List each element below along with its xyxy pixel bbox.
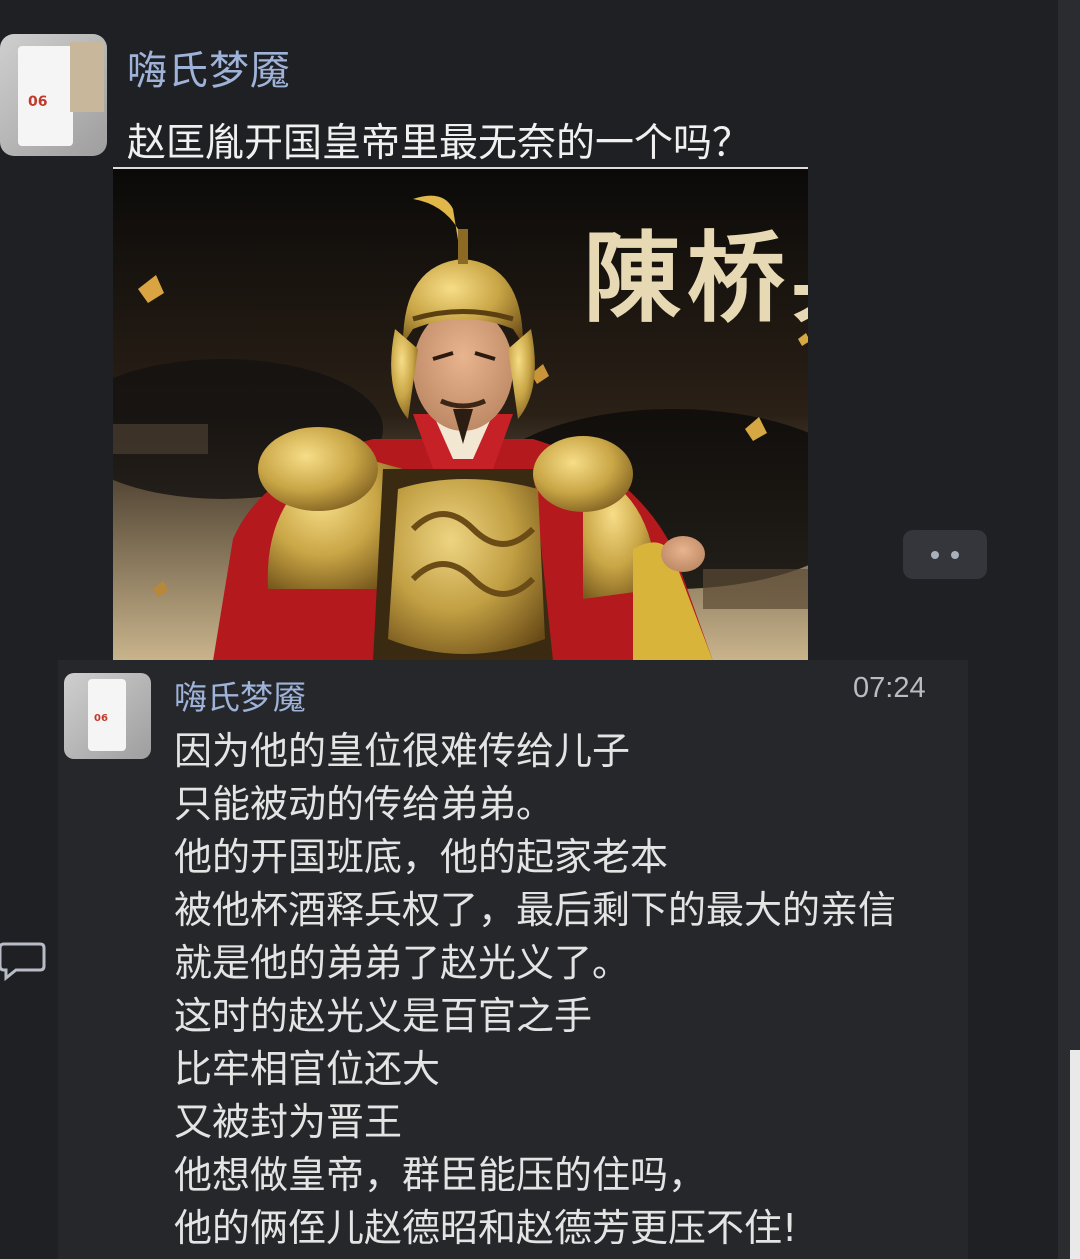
reply-line: 他想做皇帝，群臣能压的住吗， — [174, 1153, 707, 1197]
image-title-text: 陳桥兵 — [583, 221, 808, 336]
reply-line: 这时的赵光义是百官之手 — [174, 994, 593, 1038]
avatar-box — [70, 42, 104, 112]
comment-icon[interactable] — [0, 940, 46, 982]
reply-author-name[interactable]: 嗨氏梦魇 — [174, 671, 306, 719]
avatar[interactable]: 06 — [0, 34, 107, 156]
reply-line: 就是他的弟弟了赵光义了。 — [174, 941, 631, 985]
reply-line: 只能被动的传给弟弟。 — [174, 782, 555, 826]
post-image[interactable]: 陳桥兵 — [113, 167, 808, 661]
reply-timestamp: 07:24 — [853, 672, 926, 704]
more-dot — [931, 551, 939, 559]
question-text: 赵匡胤开国皇帝里最无奈的一个吗？ — [127, 112, 752, 174]
chat-screen: 06 嗨氏梦魇 赵匡胤开国皇帝里最无奈的一个吗？ 陳桥 06 嗨氏梦魇 07:2… — [0, 0, 1080, 1259]
reply-line: 又被封为晋王 — [174, 1100, 403, 1144]
more-dot — [951, 551, 959, 559]
avatar[interactable]: 06 — [64, 673, 151, 759]
avatar-tag: 06 — [94, 713, 108, 724]
scroll-edge-light — [1070, 1050, 1080, 1259]
reply-line: 他的开国班底，他的起家老本 — [174, 835, 669, 879]
reply-line: 他的俩侄儿赵德昭和赵德芳更压不住! — [174, 1206, 798, 1250]
reply-line: 比牢相官位还大 — [174, 1047, 441, 1091]
avatar-tag: 06 — [28, 94, 48, 110]
reply-line: 因为他的皇位很难传给儿子 — [174, 729, 631, 773]
more-dots-icon[interactable] — [903, 530, 987, 579]
reply-line: 被他杯酒释兵权了，最后剩下的最大的亲信 — [174, 888, 897, 932]
author-name[interactable]: 嗨氏梦魇 — [127, 38, 291, 96]
reply-text: 因为他的皇位很难传给儿子 只能被动的传给弟弟。 他的开国班底，他的起家老本 被他… — [174, 725, 896, 1255]
